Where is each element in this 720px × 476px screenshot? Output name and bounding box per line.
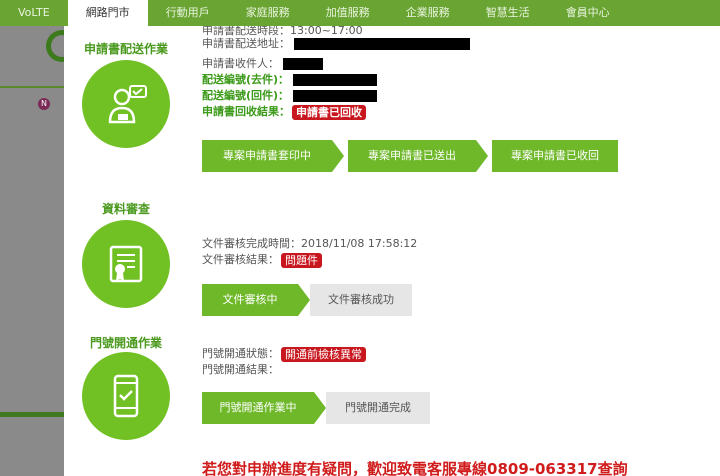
result-row: 申請書回收結果： 申請書已回收 — [202, 104, 470, 120]
nav-online-store[interactable]: 網路門市 — [67, 0, 148, 26]
nav-home-services[interactable]: 家庭服務 — [228, 0, 308, 26]
review-result-row: 文件審核結果： 問題件 — [202, 252, 417, 268]
document-certificate-icon — [82, 220, 170, 308]
step-review-success: 文件審核成功 — [310, 284, 412, 316]
address-label: 申請書配送地址： — [202, 37, 290, 50]
customer-service-note: 若您對申辦進度有疑問，歡迎致電客服專線0809-063317查詢 — [202, 460, 628, 476]
step-received: 專案申請書已收回 — [492, 140, 618, 172]
result-label: 申請書回收結果： — [202, 105, 290, 118]
delivery-back-label: 配送編號(回件)： — [202, 89, 290, 102]
new-badge-icon: N — [38, 98, 50, 110]
divider — [0, 86, 64, 88]
progress-modal: 申請書配送作業 申請書配送時段：13:00~17:00 申請書配送地址： 申請書… — [64, 26, 720, 476]
redacted-delivery-back — [293, 90, 378, 102]
step-activating: 門號開通作業中 — [202, 392, 326, 424]
activation-info: 門號開通狀態： 開通前檢核異常 門號開通結果： — [202, 346, 366, 378]
nav-mobile-users[interactable]: 行動用戶 — [148, 0, 228, 26]
step-printing: 專案申請書套印中 — [202, 140, 344, 172]
redacted-delivery-out — [293, 74, 378, 86]
smartphone-check-icon — [82, 352, 170, 440]
activation-steps: 門號開通作業中 門號開通完成 — [202, 392, 446, 424]
activation-status-row: 門號開通狀態： 開通前檢核異常 — [202, 346, 366, 362]
document-review-section: 資料審查 文件審核完成時間： 2018/11/08 17:58:12 文件審核結… — [64, 198, 720, 318]
recipient-label: 申請書收件人： — [202, 57, 279, 70]
completed-label: 文件審核完成時間： — [202, 237, 301, 250]
review-result-label: 文件審核結果： — [202, 253, 279, 266]
top-nav: VoLTE 網路門市 行動用戶 家庭服務 加值服務 企業服務 智慧生活 會員中心 — [0, 0, 720, 26]
activation-result-row: 門號開通結果： — [202, 362, 366, 378]
application-info: 申請書配送時段：13:00~17:00 申請書配送地址： 申請書收件人： 配送編… — [202, 26, 470, 120]
recipient-row: 申請書收件人： — [202, 56, 470, 72]
review-completed-row: 文件審核完成時間： 2018/11/08 17:58:12 — [202, 236, 417, 252]
delivery-out-row: 配送編號(去件)： — [202, 72, 470, 88]
status-badge: 申請書已回收 — [292, 104, 366, 120]
delivery-time-partial: 申請書配送時段：13:00~17:00 — [202, 26, 363, 36]
review-steps: 文件審核中 文件審核成功 — [202, 284, 428, 316]
activation-result-label: 門號開通結果： — [202, 363, 279, 376]
step-activation-done: 門號開通完成 — [326, 392, 430, 424]
status-badge: 問題件 — [281, 252, 322, 268]
section-title: 申請書配送作業 — [83, 42, 168, 56]
nav-enterprise[interactable]: 企業服務 — [388, 0, 468, 26]
delivery-out-label: 配送編號(去件)： — [202, 73, 290, 86]
section-title: 資料審查 — [101, 202, 150, 216]
address-row: 申請書配送地址： — [202, 36, 470, 52]
redacted-recipient — [283, 58, 323, 70]
nav-smart-life[interactable]: 智慧生活 — [468, 0, 548, 26]
application-steps: 專案申請書套印中 專案申請書已送出 專案申請書已收回 — [202, 140, 634, 172]
person-presentation-icon — [82, 60, 170, 148]
redacted-address — [294, 38, 470, 50]
review-info: 文件審核完成時間： 2018/11/08 17:58:12 文件審核結果： 問題… — [202, 236, 417, 268]
nav-member-center[interactable]: 會員中心 — [548, 0, 628, 26]
activation-status-label: 門號開通狀態： — [202, 347, 279, 360]
application-delivery-section: 申請書配送作業 申請書配送時段：13:00~17:00 申請書配送地址： 申請書… — [64, 26, 720, 196]
step-reviewing: 文件審核中 — [202, 284, 310, 316]
section-title: 門號開通作業 — [89, 336, 162, 350]
activation-section: 門號開通作業 門號開通狀態： 開通前檢核異常 門號開通結果： 門號開通作業中 門… — [64, 332, 720, 452]
completed-time: 2018/11/08 17:58:12 — [301, 237, 418, 250]
nav-value-added[interactable]: 加值服務 — [308, 0, 388, 26]
status-badge: 開通前檢核異常 — [281, 346, 366, 362]
nav-volte[interactable]: VoLTE — [0, 0, 68, 26]
step-sent: 專案申請書已送出 — [348, 140, 488, 172]
delivery-back-row: 配送編號(回件)： — [202, 88, 470, 104]
